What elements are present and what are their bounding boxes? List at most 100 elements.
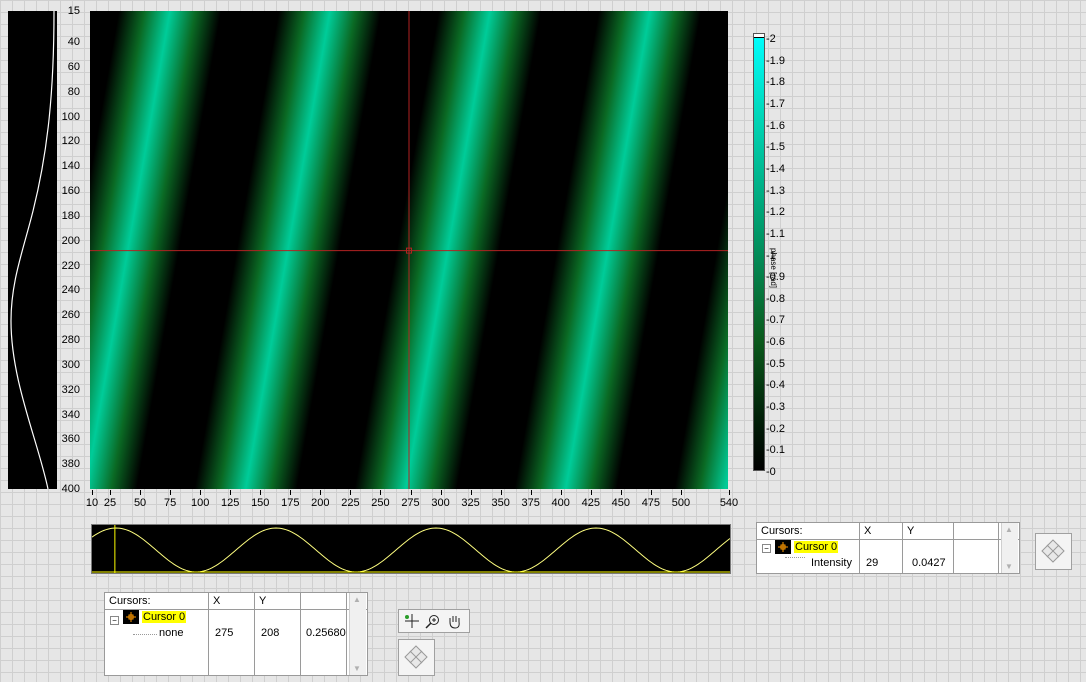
x-tick-mark	[470, 490, 472, 495]
x-tick-mark	[410, 490, 412, 495]
cursor-mover-button-bottom[interactable]	[398, 639, 435, 676]
colorbar-tick-label: -1.8	[766, 76, 785, 89]
y-tick-label: 240	[61, 284, 80, 297]
y-tick-label: 120	[61, 135, 80, 148]
x-tick-label: 540	[719, 497, 739, 509]
y-tick-label: 380	[61, 458, 80, 471]
x-tick-mark	[140, 490, 142, 495]
header-cursors: Cursors:	[757, 523, 860, 539]
graph-palette[interactable]	[398, 609, 470, 633]
y-tick-label: 340	[61, 408, 80, 421]
y-axis: 15 40 60 80 100 120 140 160 180 200 220 240 260 280 30…	[0, 0, 88, 500]
cursor-mover-button-right[interactable]	[1035, 533, 1072, 570]
x-tick-mark	[440, 490, 442, 495]
horizontal-profile-curve	[92, 527, 730, 573]
x-tick-mark	[260, 490, 262, 495]
scroll-up-icon[interactable]: ▲	[353, 595, 361, 604]
colorbar-tick-label: -1.4	[766, 162, 785, 175]
header-cursors: Cursors:	[105, 593, 209, 609]
x-tick-mark	[230, 490, 232, 495]
scroll-down-icon[interactable]: ▼	[1005, 562, 1013, 571]
colorbar-tick-label: -0.6	[766, 336, 785, 349]
x-tick-mark	[530, 490, 532, 495]
cursor-legend-bottom[interactable]: Cursors: X Y − Cursor 0 none 275 208 0.2…	[104, 592, 368, 676]
scroll-down-icon[interactable]: ▼	[353, 664, 361, 673]
x-tick-label: 500	[671, 497, 691, 509]
colorbar-tick-label: -1.1	[766, 227, 785, 240]
cursor-mover-icon	[1041, 539, 1065, 563]
intensity-graph[interactable]	[90, 11, 728, 489]
x-tick-mark	[680, 490, 682, 495]
cursor-name[interactable]: Cursor 0	[794, 540, 839, 554]
y-tick-label: 80	[67, 85, 80, 98]
sub-label-none: none	[159, 627, 184, 639]
scrollbar[interactable]: ▲ ▼	[349, 593, 366, 675]
sub-x-value: 29	[866, 557, 879, 569]
x-tick-mark	[350, 490, 352, 495]
x-tick-mark	[729, 490, 730, 495]
colorbar-tick-label: -1.9	[766, 54, 785, 67]
colorbar-max-marker[interactable]	[754, 34, 764, 38]
y-tick-label: 220	[61, 259, 80, 272]
x-tick-mark	[92, 490, 93, 495]
colorbar-tick-label: -1.2	[766, 206, 785, 219]
x-tick-mark	[380, 490, 382, 495]
x-tick-mark	[560, 490, 562, 495]
colorbar-tick-label: -1.3	[766, 184, 785, 197]
cursor-name[interactable]: Cursor 0	[142, 610, 187, 624]
colorbar-tick-label: -0.2	[766, 422, 785, 435]
x-tick-mark	[320, 490, 322, 495]
colorbar-tick-label: -1.7	[766, 97, 785, 110]
y-tick-label: 280	[61, 334, 80, 346]
scroll-up-icon[interactable]: ▲	[1005, 525, 1013, 534]
colorbar-tick-label: -1.5	[766, 141, 785, 154]
x-tick-mark	[650, 490, 652, 495]
pan-hand-icon[interactable]	[446, 613, 464, 629]
horizontal-profile-plot	[91, 524, 731, 574]
zoom-icon[interactable]	[424, 613, 442, 629]
cursor-style-icon[interactable]	[775, 540, 791, 554]
x-tick-mark	[620, 490, 622, 495]
colorbar-label: phase [rad]	[769, 248, 778, 289]
cursor-x-value: 275	[215, 627, 234, 639]
header-x: X	[209, 593, 255, 609]
header-x: X	[860, 523, 903, 539]
cursor-y-value: 208	[261, 627, 280, 639]
scrollbar[interactable]: ▲ ▼	[1001, 523, 1018, 573]
y-tick-label: 180	[61, 209, 80, 222]
cursor-move-icon[interactable]	[403, 613, 421, 629]
y-tick-label: 100	[61, 110, 80, 123]
colorbar-tick-label: -0.5	[766, 357, 785, 370]
y-tick-label: 60	[67, 60, 80, 73]
y-tick-label: 15	[67, 5, 80, 17]
x-tick-mark	[590, 490, 592, 495]
colorbar-tick-label: -0.1	[766, 444, 785, 457]
cursor-mover-icon	[404, 645, 428, 669]
cursor-style-icon[interactable]	[123, 610, 139, 624]
sub-y-value: 0.0427	[912, 557, 946, 569]
x-axis-ticks	[90, 490, 730, 496]
cursor-legend-right[interactable]: Cursors: X Y − Cursor 0 Intensity 29 0.0…	[756, 522, 1020, 574]
y-tick-label: 300	[61, 358, 80, 371]
x-tick-mark	[200, 490, 202, 495]
y-tick-label: 260	[61, 309, 80, 322]
collapse-toggle[interactable]: −	[110, 613, 119, 627]
x-tick-mark	[170, 490, 172, 495]
x-tick-mark	[290, 490, 292, 495]
colorbar-tick-label: -1.6	[766, 119, 785, 132]
colorbar-tick-label: -0.3	[766, 401, 785, 414]
colorbar	[753, 33, 765, 471]
y-tick-label: 40	[67, 36, 80, 49]
x-tick-mark	[500, 490, 502, 495]
y-tick-label: 140	[61, 160, 80, 173]
header-y: Y	[903, 523, 954, 539]
x-tick-mark	[110, 490, 112, 495]
sub-label-intensity: Intensity	[811, 557, 852, 569]
y-tick-label: 200	[61, 234, 80, 247]
colorbar-tick-label: -0.7	[766, 314, 785, 327]
cursor-z-value: 0.25680	[306, 627, 346, 639]
collapse-toggle[interactable]: −	[762, 541, 771, 555]
y-tick-label: 320	[61, 383, 80, 396]
header-y: Y	[255, 593, 301, 609]
x-axis: 10 25 50 75 100 125 150 175 200 225 250 275 300 325 35…	[0, 497, 760, 511]
